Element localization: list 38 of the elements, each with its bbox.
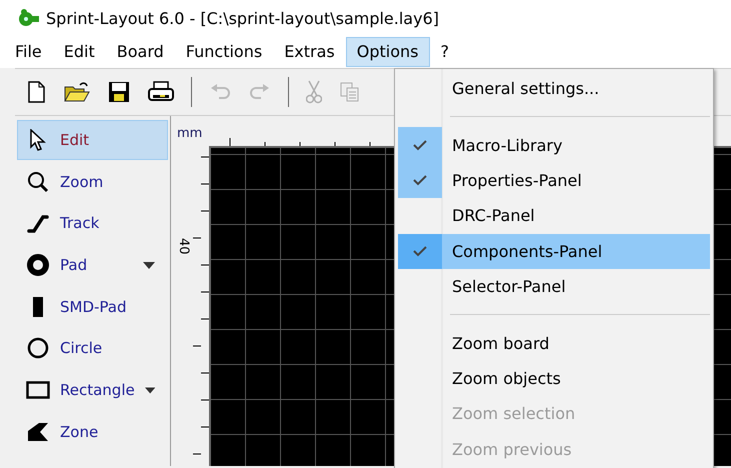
tool-button[interactable]: Track — [17, 203, 168, 244]
ruler-label: 40 — [176, 238, 191, 255]
menu-item[interactable]: Options — [346, 37, 430, 67]
menu-item[interactable]: Functions — [174, 37, 274, 67]
tool-button[interactable]: SMD-Pad — [17, 286, 168, 327]
menu-item[interactable]: ? — [430, 37, 460, 67]
menu-option[interactable]: Zoom objects — [398, 360, 710, 396]
menu-option[interactable]: Macro-Library — [398, 127, 710, 163]
menu-item[interactable]: Edit — [52, 37, 106, 67]
menu-item[interactable]: File — [4, 37, 53, 67]
printer-icon[interactable] — [148, 81, 174, 103]
dropdown-arrow-icon[interactable] — [143, 262, 155, 269]
tool-button[interactable]: Edit — [17, 120, 168, 160]
window-title: Sprint-Layout 6.0 - [C:\sprint-layout\sample.lay6] — [46, 8, 439, 28]
app-logo-icon — [18, 8, 40, 28]
circle-icon — [26, 337, 50, 360]
rectangle-icon — [26, 381, 50, 400]
tool-button[interactable]: Pad — [17, 245, 168, 286]
dropdown-arrow-icon[interactable] — [144, 386, 155, 394]
zone-icon — [26, 422, 50, 442]
tool-button[interactable]: Circle — [17, 328, 168, 368]
open-folder-icon[interactable] — [64, 81, 90, 103]
magnifier-icon — [26, 170, 50, 193]
tool-button[interactable]: Zoom — [17, 162, 168, 202]
ring-icon — [26, 254, 50, 276]
menu-option[interactable]: Selector-Panel — [398, 268, 710, 304]
menu-option[interactable]: Properties-Panel — [398, 162, 710, 198]
menu-item[interactable]: Extras — [273, 37, 346, 67]
tool-button[interactable]: Zone — [17, 412, 168, 452]
tool-button[interactable]: Rectangle — [17, 370, 168, 410]
menu-option[interactable]: Zoom board — [398, 325, 710, 361]
menu-option[interactable]: Components-Panel — [398, 234, 710, 269]
menu-option[interactable]: General settings... — [398, 71, 710, 106]
save-icon[interactable] — [108, 81, 130, 103]
menu-option[interactable]: DRC-Panel — [398, 198, 710, 234]
menu-item[interactable]: Board — [106, 37, 175, 67]
unit-label: mm — [176, 125, 204, 143]
new-file-icon[interactable] — [26, 81, 46, 103]
